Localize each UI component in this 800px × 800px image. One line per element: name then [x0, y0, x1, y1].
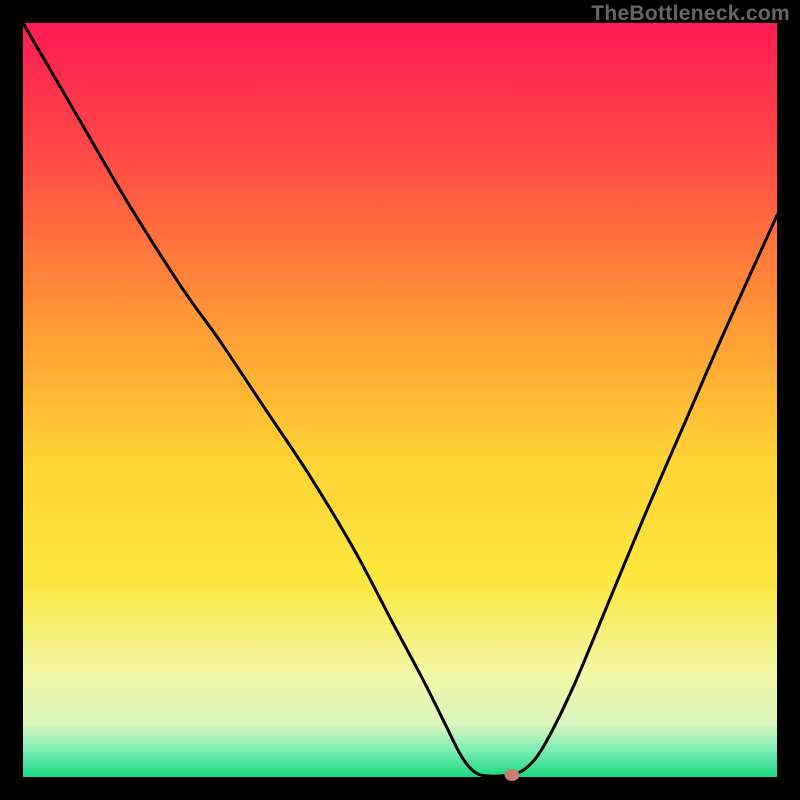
gradient-background: [23, 23, 777, 777]
plot-area: [23, 23, 777, 777]
optimal-point-marker: [504, 769, 519, 781]
watermark-text: TheBottleneck.com: [591, 2, 790, 26]
chart-container: TheBottleneck.com: [0, 0, 800, 800]
bottleneck-chart-svg: [23, 23, 777, 777]
